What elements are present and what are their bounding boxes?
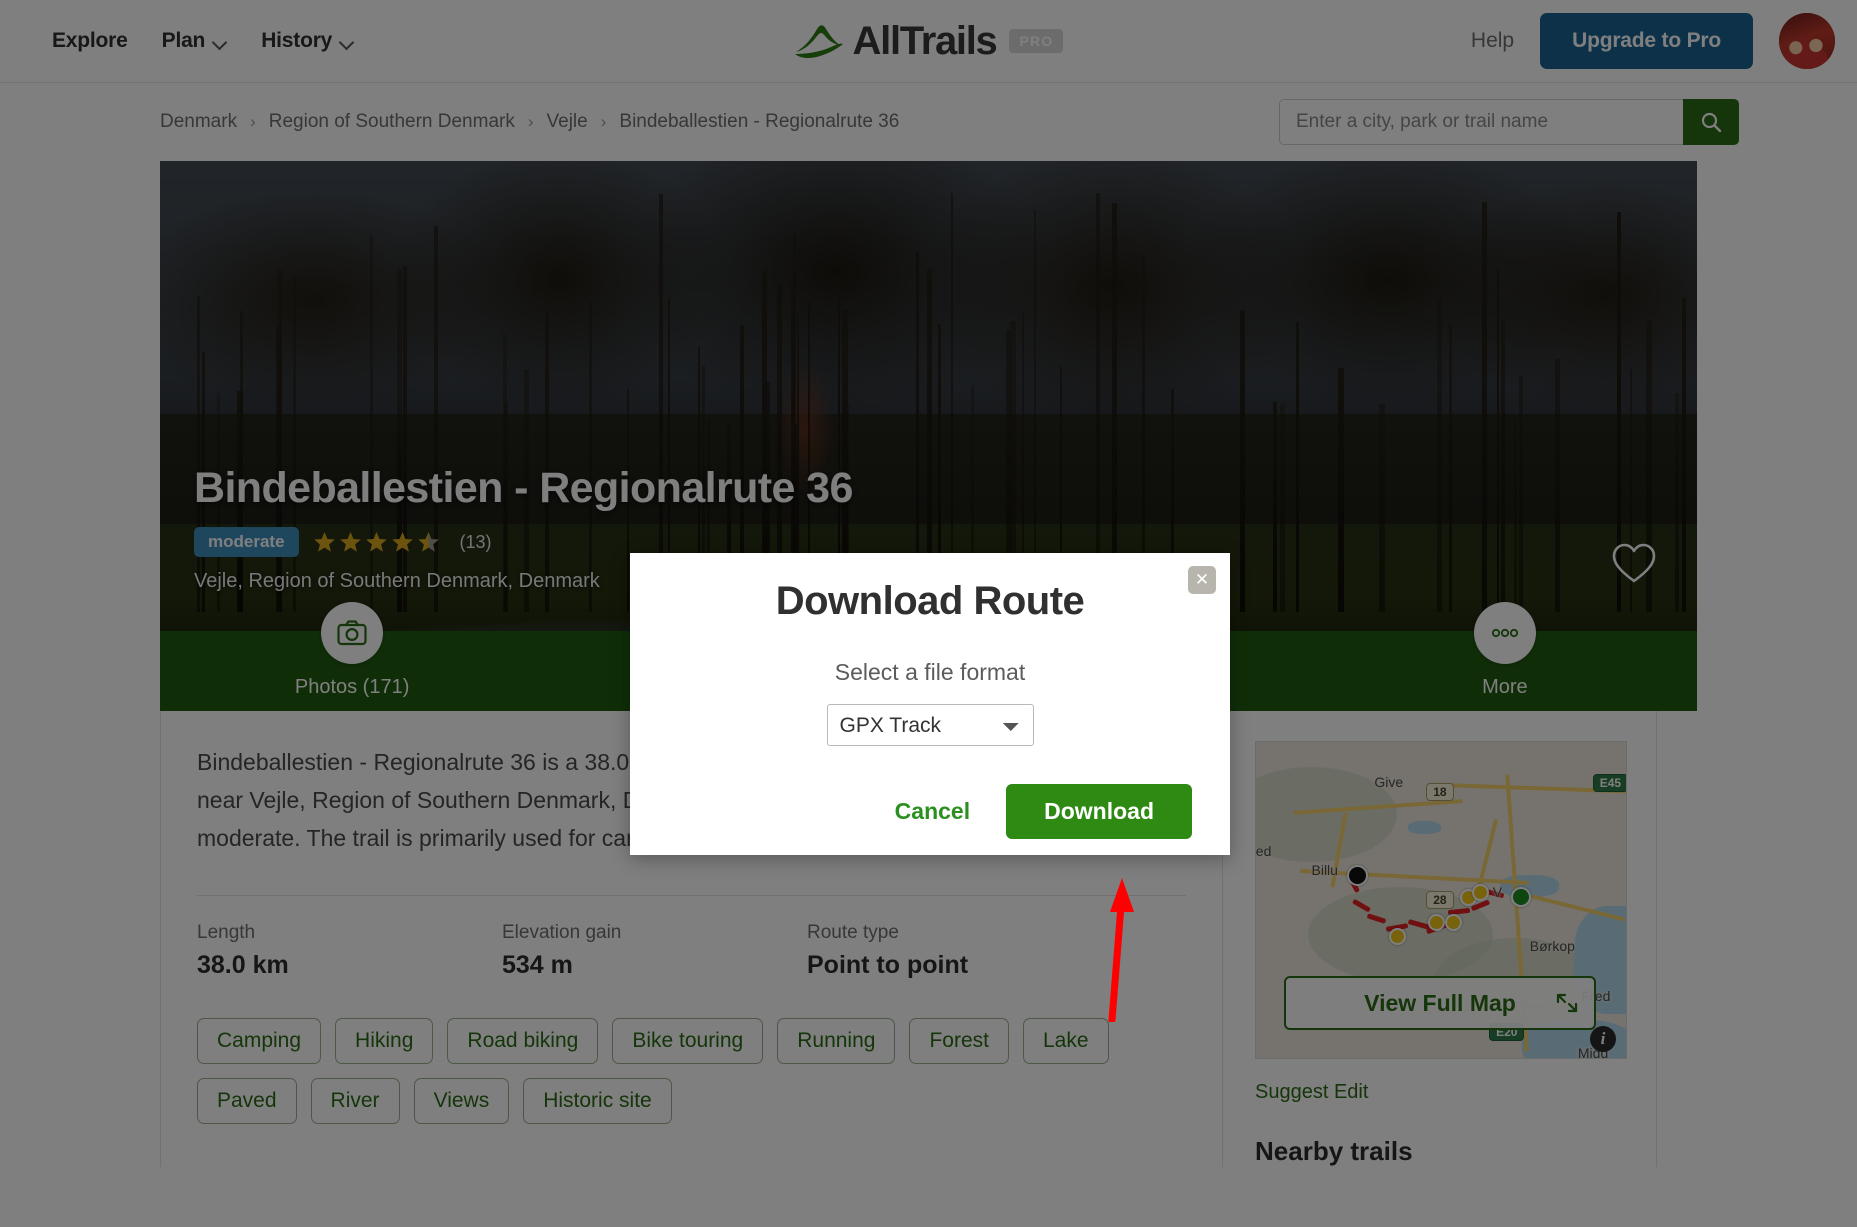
- modal-subtitle: Select a file format: [834, 659, 1026, 685]
- download-button[interactable]: Download: [1006, 784, 1192, 839]
- modal-title: Download Route: [775, 579, 1085, 623]
- app-root: Explore Plan History AllTrails PRO: [0, 0, 1857, 1227]
- file-format-row: GPX TrackGPX RouteKML File: [630, 704, 1230, 746]
- close-icon[interactable]: ✕: [1188, 566, 1216, 594]
- download-route-modal: ✕ Download Route Select a file format GP…: [630, 553, 1230, 855]
- modal-actions: Cancel Download: [630, 784, 1230, 839]
- cancel-button[interactable]: Cancel: [873, 786, 992, 837]
- file-format-select[interactable]: GPX TrackGPX RouteKML File: [826, 704, 1034, 746]
- red-arrow-up-icon: [1108, 878, 1134, 1022]
